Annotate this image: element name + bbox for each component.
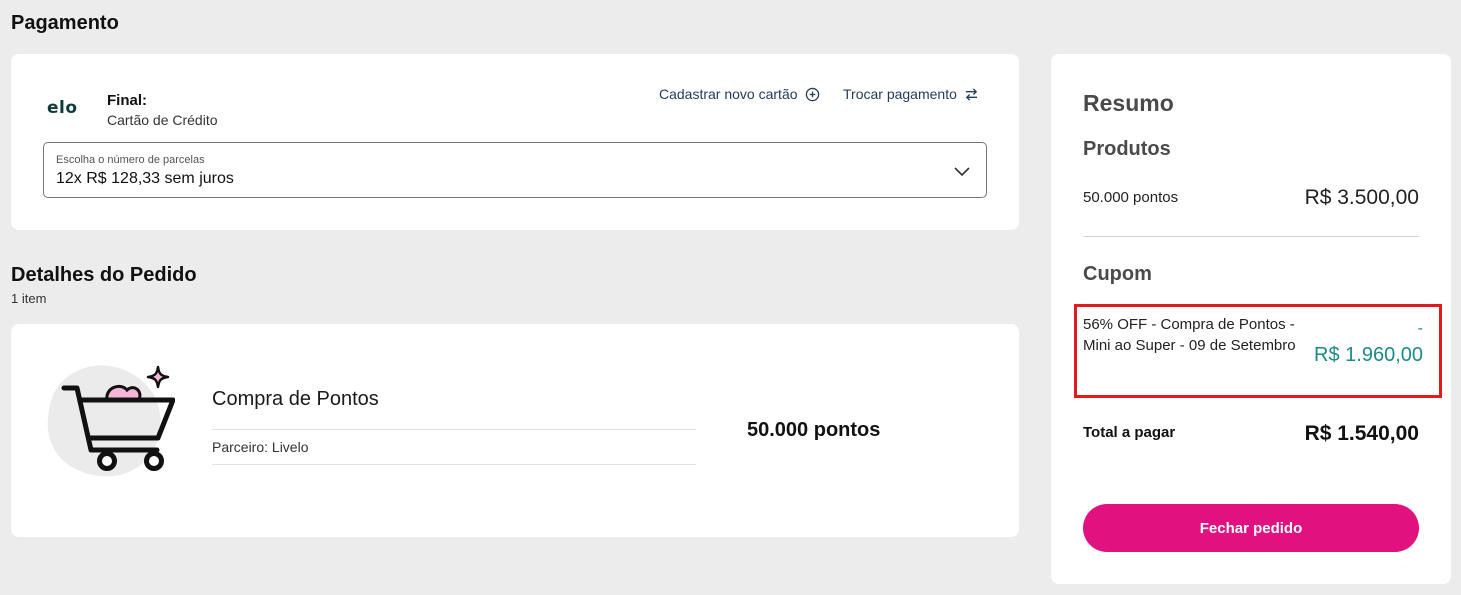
- total-label: Total a pagar: [1083, 424, 1176, 441]
- checkout-button[interactable]: Fechar pedido: [1083, 504, 1419, 552]
- plus-circle-icon: [805, 87, 819, 101]
- divider: [1083, 236, 1419, 237]
- add-new-card-link[interactable]: Cadastrar novo cartão: [659, 86, 820, 102]
- summary-card: Resumo Produtos 50.000 pontos R$ 3.500,0…: [1051, 54, 1451, 584]
- total-value: R$ 1.540,00: [1304, 422, 1419, 445]
- shopping-cart-icon: [47, 365, 175, 477]
- checkout-page: Pagamento elo Final: Cartão de Crédito C…: [0, 0, 1461, 595]
- installments-value: 12x R$ 128,33 sem juros: [56, 170, 234, 187]
- swap-arrows-icon: [965, 87, 977, 101]
- coupon-minus-sign: -: [1417, 320, 1423, 337]
- summary-title: Resumo: [1083, 90, 1174, 116]
- add-new-card-label: Cadastrar novo cartão: [659, 86, 798, 102]
- payment-title: Pagamento: [11, 12, 119, 34]
- card-type: Cartão de Crédito: [107, 112, 218, 128]
- coupon-description: 56% OFF - Compra de Pontos - Mini ao Sup…: [1083, 316, 1296, 354]
- product-partner: Parceiro: Livelo: [212, 439, 309, 455]
- coupon-heading: Cupom: [1083, 263, 1152, 285]
- card-final-label: Final:: [107, 92, 147, 109]
- sparkle-icon: [146, 365, 170, 389]
- installments-select[interactable]: Escolha o número de parcelas 12x R$ 128,…: [43, 142, 987, 198]
- divider: [212, 464, 696, 465]
- installments-label: Escolha o número de parcelas: [56, 154, 205, 166]
- product-quantity: 50.000 pontos: [747, 419, 881, 441]
- switch-payment-link[interactable]: Trocar pagamento: [843, 86, 979, 102]
- product-name: Compra de Pontos: [212, 388, 379, 410]
- divider: [212, 429, 696, 430]
- coupon-discount-value: R$ 1.960,00: [1314, 344, 1423, 366]
- summary-product-value: R$ 3.500,00: [1304, 186, 1419, 209]
- coupon-highlight: 56% OFF - Compra de Pontos - Mini ao Sup…: [1074, 304, 1442, 398]
- items-count: 1 item: [11, 291, 47, 306]
- chevron-down-icon: [954, 167, 970, 177]
- switch-payment-label: Trocar pagamento: [843, 86, 957, 102]
- payment-card: elo Final: Cartão de Crédito Cadastrar n…: [11, 54, 1019, 230]
- summary-product-label: 50.000 pontos: [1083, 189, 1179, 206]
- elo-logo: elo: [47, 98, 78, 118]
- products-heading: Produtos: [1083, 138, 1171, 160]
- order-item-card: Compra de Pontos Parceiro: Livelo 50.000…: [11, 324, 1019, 537]
- order-details-title: Detalhes do Pedido: [11, 264, 197, 286]
